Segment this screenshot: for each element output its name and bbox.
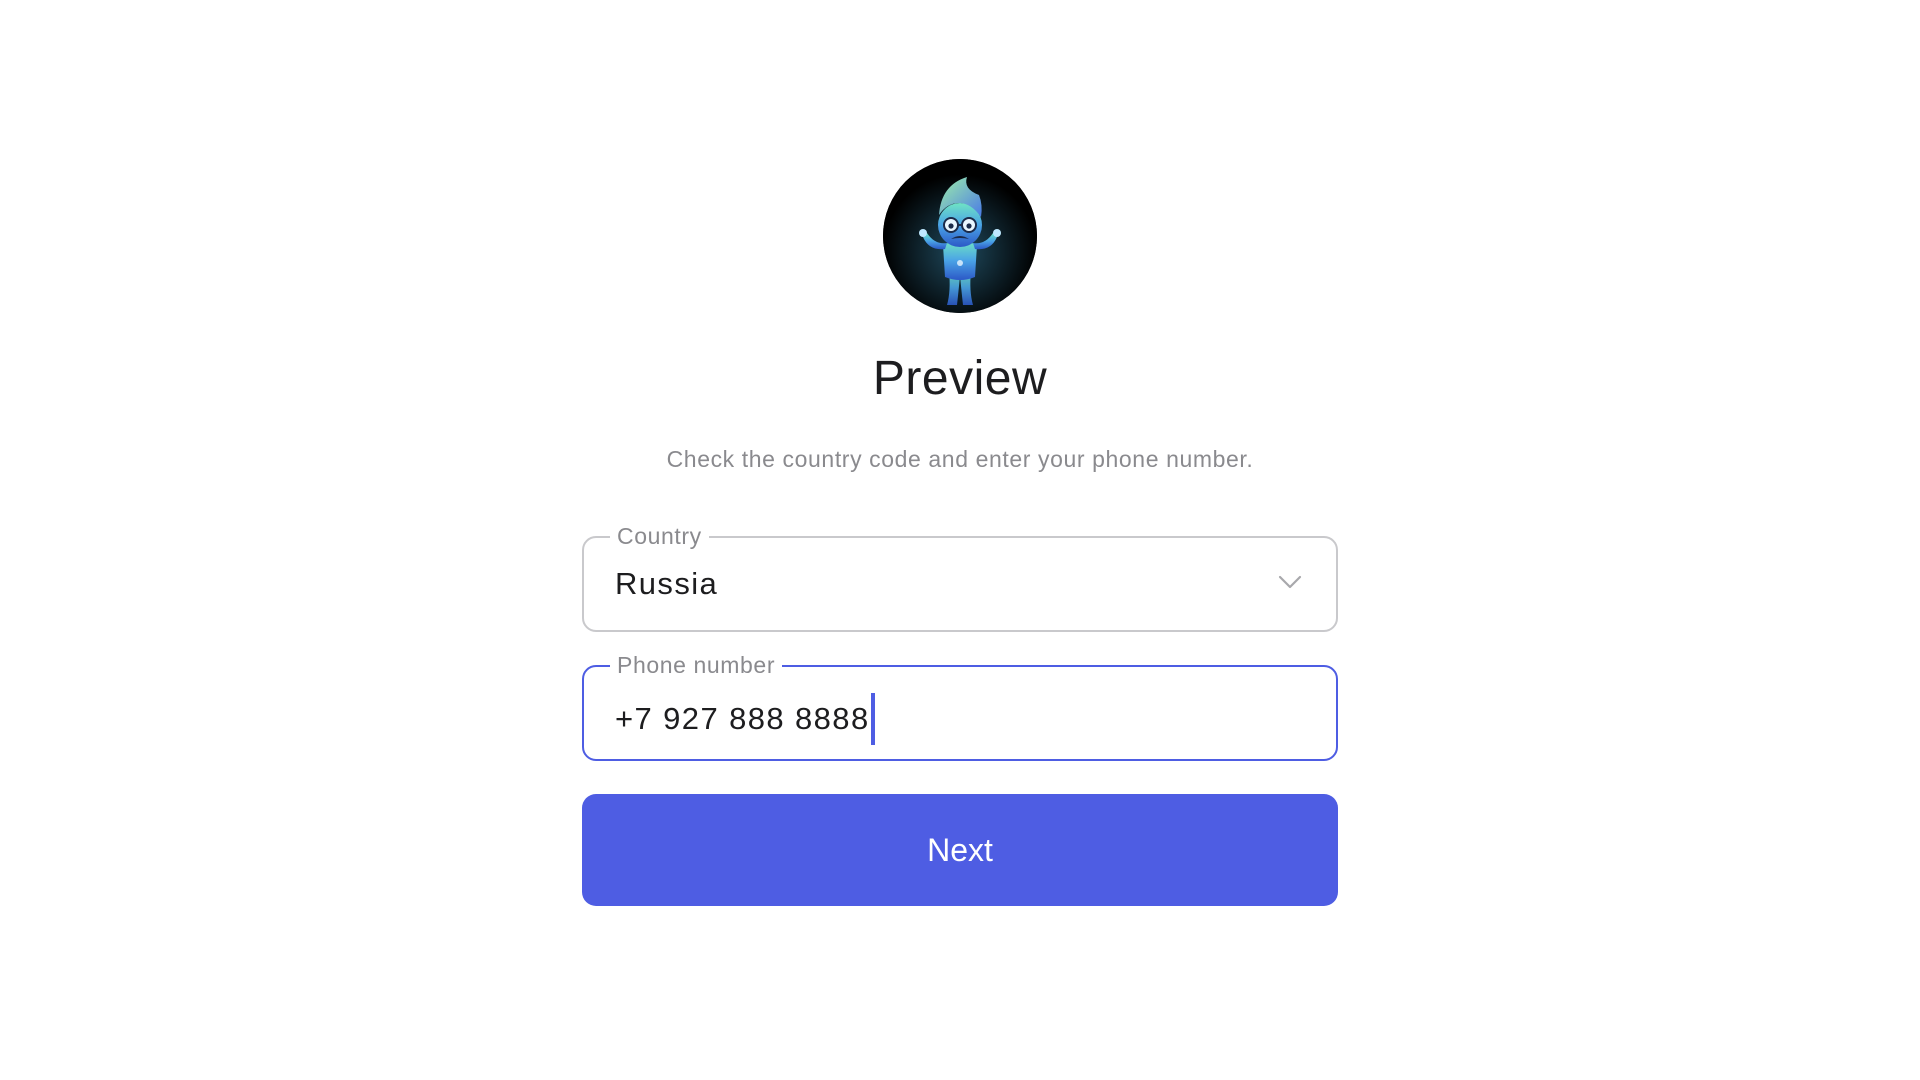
auth-form-container: Preview Check the country code and enter… [582,159,1338,906]
country-value: Russia [615,566,719,601]
chevron-down-icon[interactable] [1278,574,1302,590]
character-avatar-icon [883,159,1037,313]
phone-number-field[interactable]: Phone number +7 927 888 8888 [582,650,1338,761]
phone-number-value: +7 927 888 8888 [615,701,870,736]
phone-number-label: Phone number [610,650,783,680]
country-label: Country [610,521,709,551]
text-cursor [870,693,875,745]
phone-number-input[interactable]: +7 927 888 8888 [615,693,875,745]
login-page: Preview Check the country code and enter… [0,0,1920,1080]
page-subtitle: Check the country code and enter your ph… [666,446,1254,472]
country-select[interactable]: Country Russia [582,521,1338,632]
page-title: Preview [872,352,1048,405]
next-button[interactable]: Next [582,794,1338,906]
